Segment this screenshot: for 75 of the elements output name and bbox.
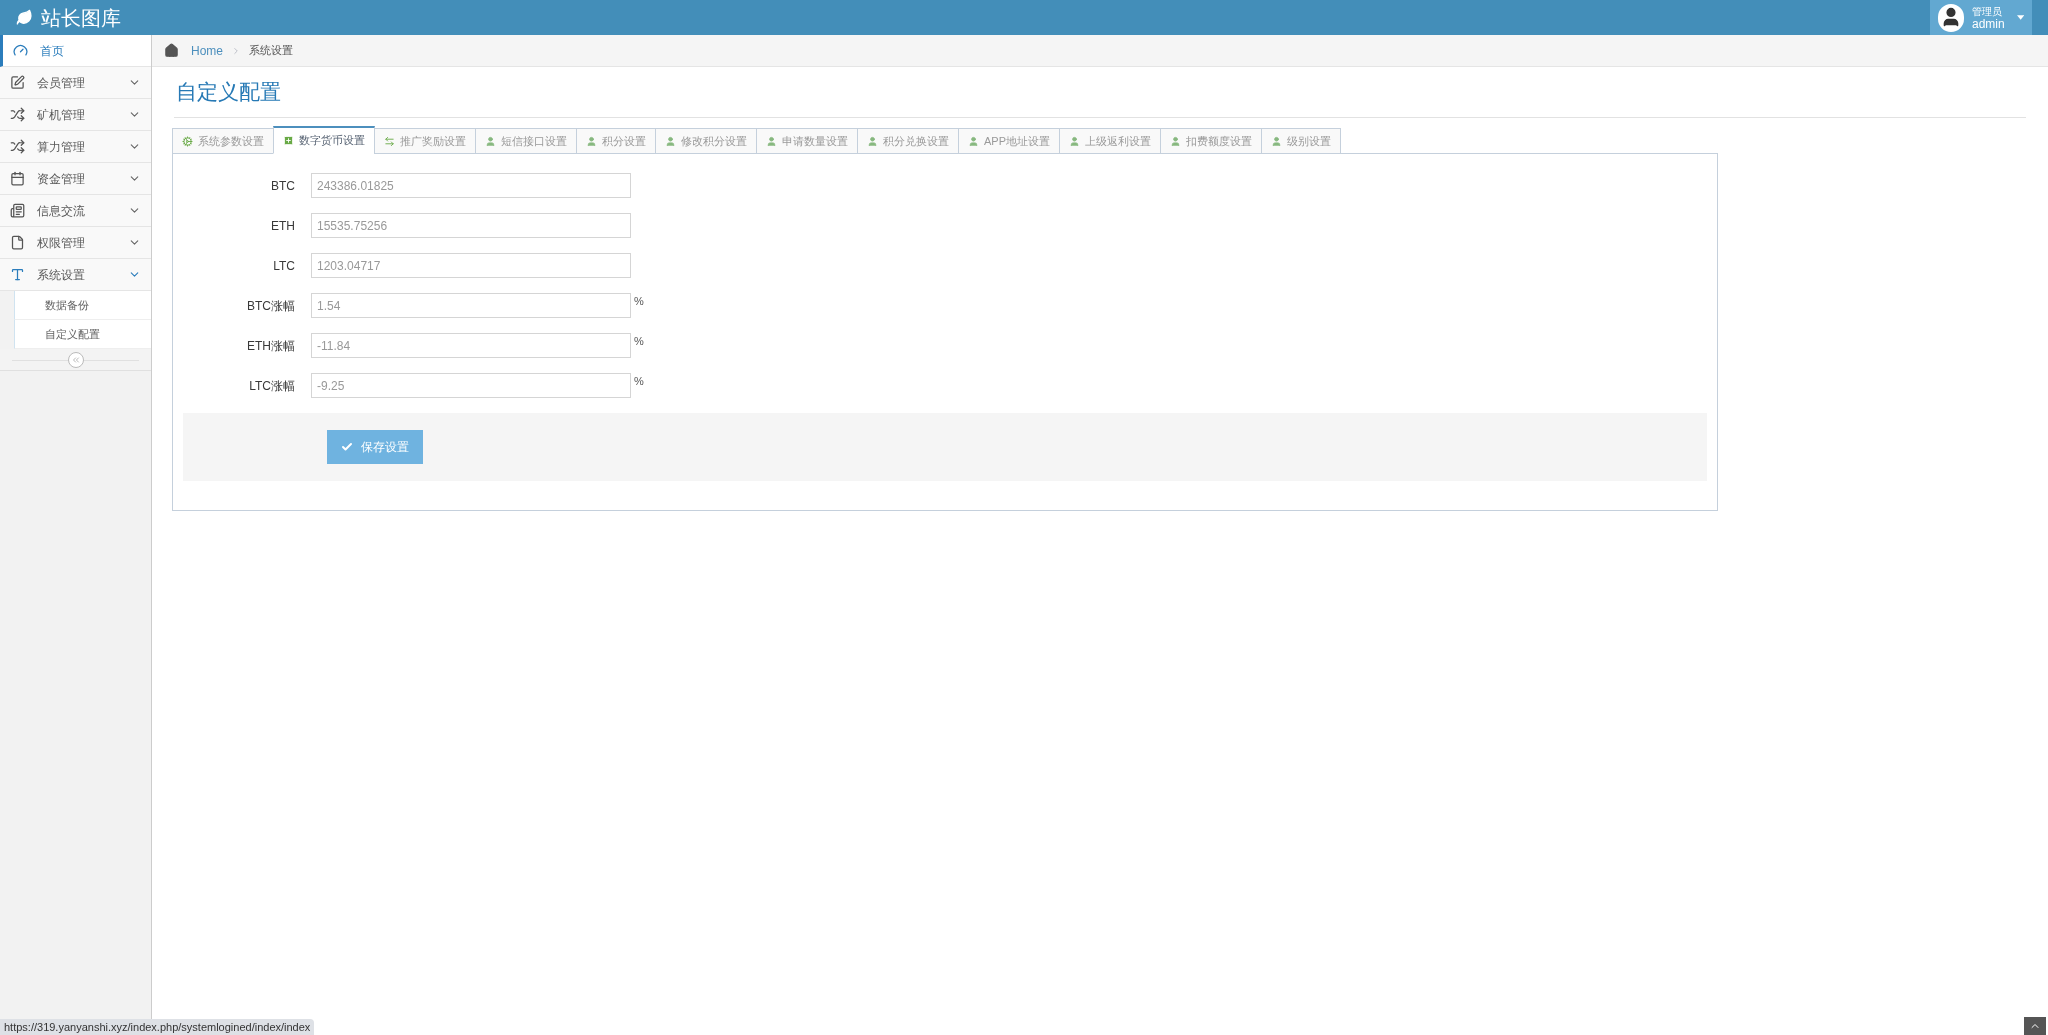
text-field[interactable]: 1.54 [311,293,631,318]
caret-icon [2016,15,2024,20]
tab-icon [1271,135,1282,147]
tab[interactable]: 扣费额度设置 [1160,128,1262,154]
separator-icon [231,45,241,56]
field-label: BTC涨幅 [246,297,296,315]
menu-icon [10,75,25,90]
collapse-button[interactable] [67,351,84,368]
text-field[interactable]: 15535.75256 [311,213,631,238]
sidebar-item[interactable]: 资金管理 [0,163,151,195]
check-icon [341,441,353,453]
unit-label: % [634,334,644,349]
tab[interactable]: 申请数量设置 [756,128,858,154]
field-label: ETH [270,217,296,235]
text-field[interactable]: 243386.01825 [311,173,631,198]
tab[interactable]: 积分兑换设置 [857,128,959,154]
sidebar-item[interactable]: 算力管理 [0,131,151,163]
page-title: 自定义配置 [176,79,281,105]
sidebar-item[interactable]: 矿机管理 [0,99,151,131]
tab[interactable]: APP地址设置 [958,128,1060,154]
field-label: LTC [272,257,296,275]
text-field[interactable]: -9.25 [311,373,631,398]
tab-icon [384,135,395,147]
tab[interactable]: 短信接口设置 [475,128,577,154]
tab-icon [182,135,193,147]
tab[interactable]: 系统参数设置 [172,128,274,154]
tab[interactable]: 修改积分设置 [655,128,757,154]
avatar-icon [1938,3,1964,32]
unit-label: % [634,294,644,309]
home-icon [164,43,179,58]
menu-icon [10,203,25,218]
tab[interactable]: 级别设置 [1261,128,1341,154]
sidebar-item[interactable]: 系统设置 [0,259,151,291]
brand-title: 站长图库 [41,5,121,31]
tab[interactable]: 上级返利设置 [1059,128,1161,154]
menu-icon [10,171,25,186]
field-label: BTC [270,177,296,195]
save-button[interactable]: 保存设置 [327,430,423,464]
tab-icon [968,135,979,147]
sidebar-item[interactable]: 权限管理 [0,227,151,259]
menu-icon [13,43,28,58]
sidebar-item[interactable]: 首页 [0,35,151,67]
tab-icon [586,135,597,147]
leaf-icon [16,9,33,26]
field-label: ETH涨幅 [246,337,296,355]
breadcrumb-current: 系统设置 [249,43,293,59]
user-name: admin [1972,17,2005,30]
tab-icon [665,135,676,147]
user-menu[interactable]: 管理员 admin [1930,0,2032,35]
tab[interactable]: 积分设置 [576,128,656,154]
text-field[interactable]: 1203.04717 [311,253,631,278]
breadcrumb-link[interactable]: Home [191,41,223,60]
submenu-item[interactable]: 数据备份 [14,291,151,320]
field-label: LTC涨幅 [248,377,296,395]
text-field[interactable]: -11.84 [311,333,631,358]
menu-icon [10,267,25,282]
tab-icon [283,135,294,146]
sidebar-item[interactable]: 信息交流 [0,195,151,227]
tab-icon [766,135,777,147]
menu-icon [10,107,25,122]
tab-icon [1069,135,1080,147]
menu-icon [10,139,25,154]
tab[interactable]: 推广奖励设置 [374,128,476,154]
tab-icon [1170,135,1181,147]
scroll-top-button[interactable] [2024,1017,2046,1035]
tab-icon [867,135,878,147]
submenu-item[interactable]: 自定义配置 [14,320,151,349]
status-bar-url: https://319.yanyanshi.xyz/index.php/systemlogined/index/index [0,1019,315,1035]
unit-label: % [634,374,644,389]
menu-icon [10,235,25,250]
user-role: 管理员 [1972,5,2003,18]
sidebar-item[interactable]: 会员管理 [0,67,151,99]
tab[interactable]: 数字货币设置 [273,126,375,154]
double-chevron-icon [70,354,81,365]
tab-icon [485,135,496,147]
